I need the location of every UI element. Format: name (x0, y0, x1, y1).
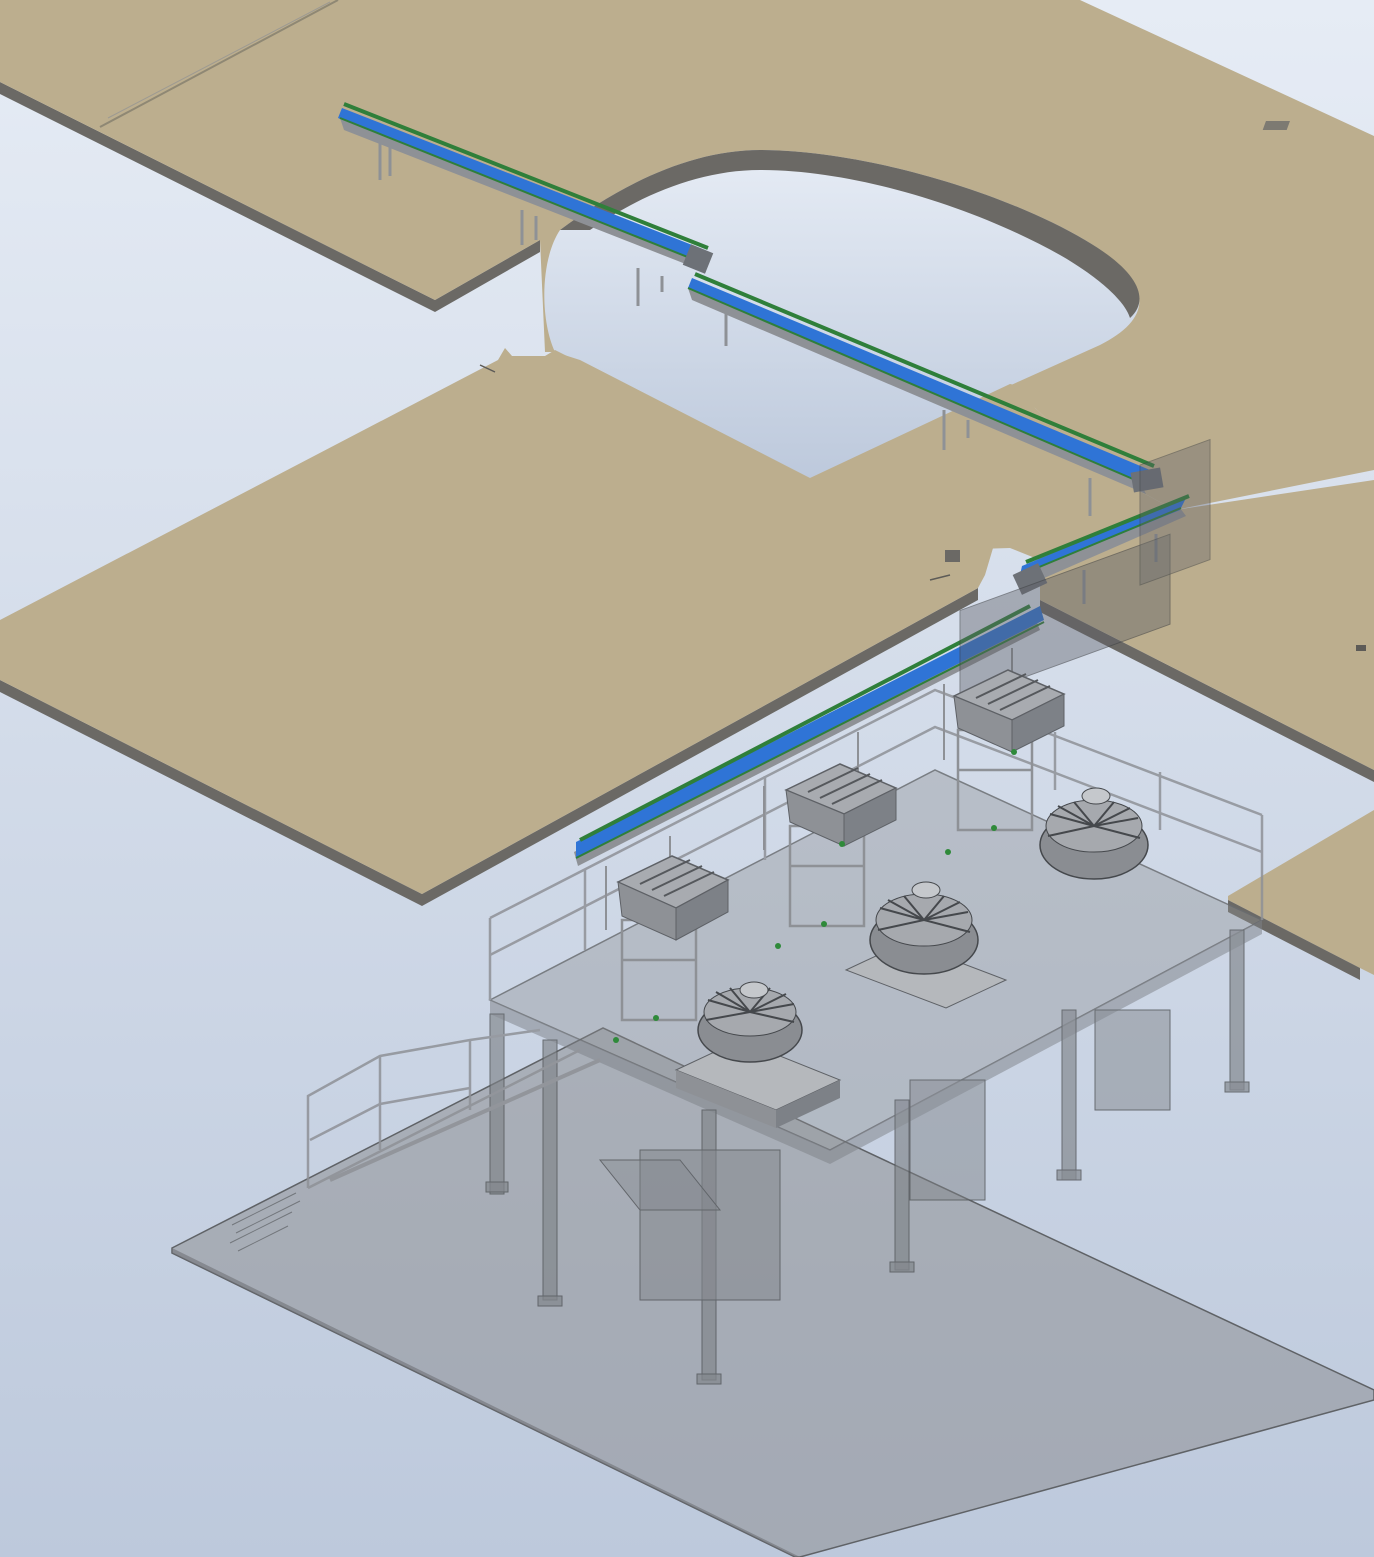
cad-viewport[interactable] (0, 0, 1374, 1557)
isometric-model-view[interactable] (0, 0, 1374, 1557)
